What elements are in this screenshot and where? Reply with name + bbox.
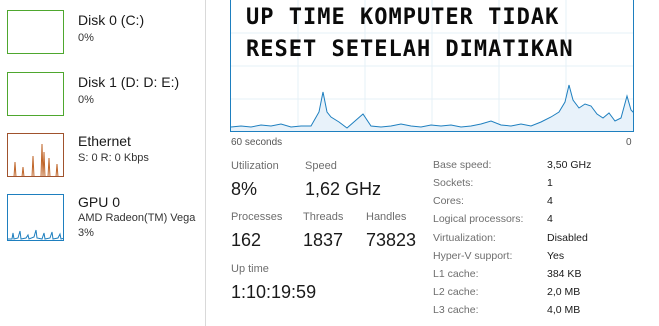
- handles-value: 73823: [366, 230, 417, 250]
- spec-key: Sockets:: [433, 177, 474, 189]
- banner-line-2: RESET SETELAH DIMATIKAN: [246, 37, 574, 62]
- spec-value: 4: [547, 213, 553, 225]
- spec-value: 3,50 GHz: [547, 159, 592, 171]
- spec-value: 384 KB: [547, 268, 582, 280]
- overlay-banner: UP TIME KOMPUTER TIDAK RESET SETELAH DIM…: [246, 2, 656, 66]
- spec-key: L3 cache:: [433, 304, 479, 316]
- resource-sidebar: Disk 0 (C:) 0% Disk 1 (D: D: E:) 0% Ethe…: [0, 0, 205, 326]
- sidebar-item-value: 0%: [78, 94, 94, 106]
- spec-key: Base speed:: [433, 159, 492, 171]
- processes-label: Processes: [231, 211, 283, 223]
- sidebar-item-gpu0[interactable]: GPU 0 AMD Radeon(TM) Vega 3%: [0, 192, 205, 250]
- sidebar-item-value: 0%: [78, 32, 94, 44]
- sidebar-item-value-2: 3%: [78, 227, 94, 239]
- spec-key: Virtualization:: [433, 232, 496, 244]
- disk1-thumbnail-graph: [7, 72, 64, 116]
- sidebar-item-title: GPU 0: [78, 194, 121, 210]
- spec-value: 4: [547, 195, 553, 207]
- speed-value: 1,62 GHz: [305, 179, 382, 199]
- sidebar-item-title: Disk 0 (C:): [78, 12, 145, 28]
- processes-value: 162: [231, 230, 262, 250]
- utilization-label: Utilization: [231, 160, 279, 172]
- disk0-thumbnail-graph: [7, 10, 64, 54]
- sidebar-item-value: S: 0 R: 0 Kbps: [78, 152, 149, 164]
- uptime-value: 1:10:19:59: [231, 282, 317, 302]
- sidebar-item-disk1[interactable]: Disk 1 (D: D: E:) 0%: [0, 72, 205, 130]
- graph-time-span-label: 60 seconds: [231, 137, 283, 148]
- spec-key: Logical processors:: [433, 213, 524, 225]
- gpu-thumbnail-graph: [7, 194, 64, 241]
- ethernet-thumbnail-graph: [7, 133, 64, 177]
- handles-label: Handles: [366, 211, 407, 223]
- spec-value: 2,0 MB: [547, 286, 581, 298]
- threads-value: 1837: [303, 230, 344, 250]
- graph-zero-label: 0: [626, 137, 632, 148]
- speed-label: Speed: [305, 160, 337, 172]
- uptime-label: Up time: [231, 263, 269, 275]
- threads-label: Threads: [303, 211, 344, 223]
- sidebar-item-ethernet[interactable]: Ethernet S: 0 R: 0 Kbps: [0, 131, 205, 189]
- spec-value: 4,0 MB: [547, 304, 581, 316]
- sidebar-divider: [205, 0, 206, 326]
- sidebar-item-title: Disk 1 (D: D: E:): [78, 74, 180, 90]
- utilization-value: 8%: [231, 179, 258, 199]
- sidebar-item-disk0[interactable]: Disk 0 (C:) 0%: [0, 10, 205, 68]
- banner-line-1: UP TIME KOMPUTER TIDAK: [246, 5, 560, 30]
- spec-key: Cores:: [433, 195, 464, 207]
- spec-value: Disabled: [547, 232, 588, 244]
- sidebar-item-title: Ethernet: [78, 133, 131, 149]
- spec-key: L2 cache:: [433, 286, 479, 298]
- spec-key: L1 cache:: [433, 268, 479, 280]
- sidebar-item-value: AMD Radeon(TM) Vega: [78, 212, 196, 224]
- spec-value: Yes: [547, 250, 565, 262]
- spec-value: 1: [547, 177, 553, 189]
- spec-key: Hyper-V support:: [433, 250, 513, 262]
